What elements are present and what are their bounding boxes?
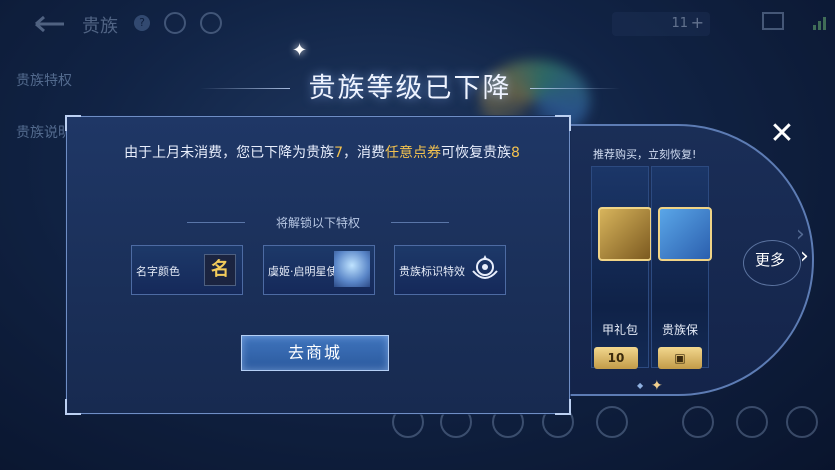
gift-card[interactable]: 甲礼包 10 bbox=[591, 166, 652, 369]
unlock-header: 将解锁以下特权 bbox=[187, 213, 449, 231]
crest-icon bbox=[472, 255, 498, 279]
title-divider-right bbox=[530, 88, 620, 89]
chevron-right-icon: › bbox=[796, 222, 805, 247]
privilege-label: 虞姬·启明星使 bbox=[268, 265, 338, 278]
gift-card[interactable]: 贵族保 ▣ bbox=[651, 166, 712, 369]
current-level: 7 bbox=[334, 145, 343, 161]
downgrade-dialog: 由于上月未消费，您已下降为贵族7，消费任意点券可恢复贵族8 将解锁以下特权 名字… bbox=[65, 115, 571, 415]
coupon-count: 11 bbox=[671, 16, 688, 31]
gift-card-tag: ▣ bbox=[658, 347, 702, 369]
message-text: ，消费 bbox=[343, 145, 385, 161]
rank-icon bbox=[200, 12, 222, 34]
go-to-shop-button[interactable]: 去商城 bbox=[241, 335, 389, 371]
recommend-panel: 推荐购买，立刻恢复! 甲礼包 10 贵族保 ▣ 更多 › ◆ ✦ bbox=[545, 124, 814, 396]
divider bbox=[391, 222, 449, 223]
message-text: 可恢复贵族 bbox=[441, 145, 511, 161]
privilege-label: 贵族标识特效 bbox=[399, 265, 465, 278]
top-bar: 贵族 ? 11 + bbox=[0, 0, 835, 52]
privilege-label: 名字颜色 bbox=[136, 265, 180, 278]
page-title: 贵族 bbox=[82, 16, 118, 37]
highlight-text: 任意点券 bbox=[385, 145, 441, 161]
dialog-title-bar: 贵族等级已下降 bbox=[200, 58, 620, 118]
corner-ornament bbox=[65, 399, 81, 415]
recommend-header: 推荐购买，立刻恢复! bbox=[593, 148, 697, 161]
privilege-name-color: 名字颜色 名 bbox=[131, 245, 243, 295]
add-coupon-button[interactable]: + bbox=[691, 13, 704, 32]
gift-box-icon bbox=[658, 207, 712, 261]
gift-name: 贵族保 bbox=[661, 323, 698, 337]
gift-name: 甲礼包 bbox=[601, 323, 638, 337]
sidebar-item-privileges: 贵族特权 bbox=[16, 73, 72, 89]
dialog-title: 贵族等级已下降 bbox=[308, 73, 512, 104]
privilege-crest: 贵族标识特效 bbox=[394, 245, 506, 295]
close-icon[interactable]: ✕ bbox=[766, 118, 798, 150]
name-badge-icon: 名 bbox=[204, 254, 236, 286]
help-icon[interactable]: ? bbox=[134, 15, 150, 31]
more-button[interactable]: 更多 bbox=[755, 249, 785, 270]
restore-level: 8 bbox=[511, 145, 520, 161]
downgrade-message: 由于上月未消费，您已下降为贵族7，消费任意点券可恢复贵族8 bbox=[107, 143, 537, 164]
rank-icon bbox=[164, 12, 186, 34]
coupon-balance: 11 + bbox=[612, 12, 710, 36]
sidebar-item-info: 贵族说明 bbox=[16, 125, 72, 141]
sparkle-icon: ✦ bbox=[292, 40, 308, 61]
signal-icon bbox=[813, 17, 826, 30]
back-arrow-icon[interactable] bbox=[28, 14, 68, 34]
gift-box-icon bbox=[598, 207, 652, 261]
corner-ornament bbox=[555, 399, 571, 415]
privilege-skin: 虞姬·启明星使 bbox=[263, 245, 375, 295]
star-icon: ✦ bbox=[651, 378, 663, 394]
skin-avatar-icon bbox=[334, 251, 370, 287]
mail-icon[interactable] bbox=[762, 12, 784, 30]
gift-price-tag: 10 bbox=[594, 347, 638, 369]
corner-ornament bbox=[555, 115, 571, 131]
chevron-right-icon[interactable]: › bbox=[800, 244, 809, 269]
corner-ornament bbox=[65, 115, 81, 131]
message-text: 由于上月未消费，您已下降为贵族 bbox=[124, 145, 335, 161]
page-dot-icon: ◆ bbox=[637, 381, 644, 390]
